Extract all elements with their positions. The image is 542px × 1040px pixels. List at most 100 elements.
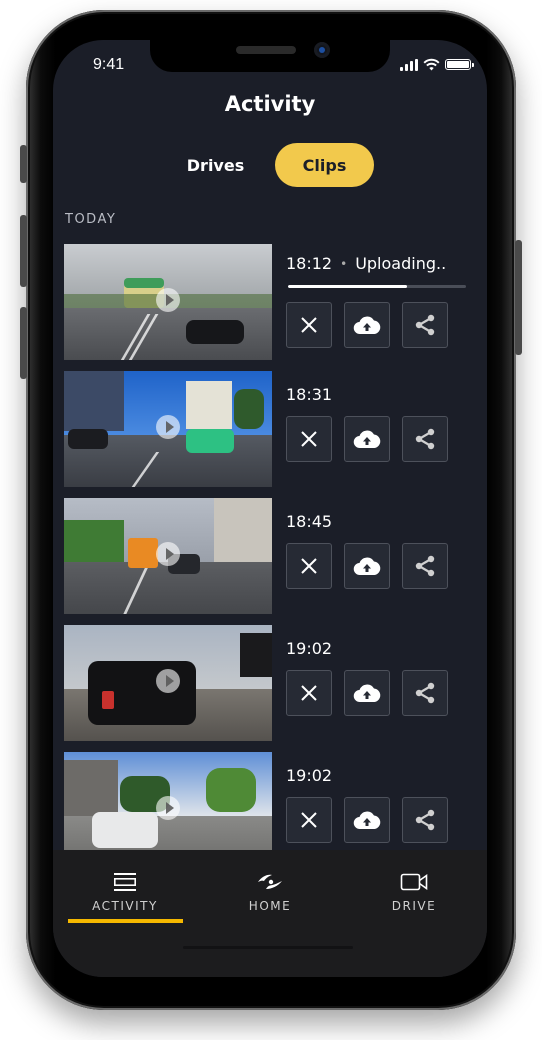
nav-label: DRIVE <box>391 899 437 913</box>
speaker <box>236 46 296 54</box>
clip-meta: 18:31 <box>286 385 332 404</box>
share-icon <box>415 555 435 577</box>
segmented-tabs: Drives Clips <box>53 143 487 187</box>
cloud-upload-icon <box>353 430 381 449</box>
share-icon <box>415 314 435 336</box>
clip-time: 18:45 <box>286 512 333 531</box>
delete-button[interactable] <box>286 670 332 716</box>
play-icon[interactable] <box>156 288 180 312</box>
activity-icon <box>113 873 136 891</box>
notch <box>150 40 390 72</box>
delete-button[interactable] <box>286 543 332 589</box>
cellular-signal-icon <box>400 58 418 71</box>
upload-progress-bar <box>288 285 466 288</box>
clip-time: 18:12 <box>286 254 333 273</box>
thumbnail-car <box>186 320 244 344</box>
delete-button[interactable] <box>286 797 332 843</box>
upload-progress-fill <box>288 285 408 288</box>
clip-time: 19:02 <box>286 766 333 785</box>
thumbnail-taxi <box>92 812 158 848</box>
thumbnail-building <box>240 633 272 677</box>
play-icon[interactable] <box>156 542 180 566</box>
volume-up-button <box>20 215 27 287</box>
clip-item: 18:31 <box>64 371 476 498</box>
close-icon <box>301 685 317 701</box>
clips-list: 18:12 • Uploading.. 18:31 18:45 19:02 19… <box>64 244 476 879</box>
battery-icon <box>445 59 474 70</box>
clip-meta: 18:12 • Uploading.. <box>286 254 446 273</box>
share-button[interactable] <box>402 416 448 462</box>
mute-switch <box>20 145 27 183</box>
upload-button[interactable] <box>344 797 390 843</box>
clip-item: 18:12 • Uploading.. <box>64 244 476 371</box>
clip-actions <box>286 543 448 589</box>
nav-item-home[interactable]: HOME <box>210 872 330 913</box>
share-icon <box>415 809 435 831</box>
status-time: 9:41 <box>93 56 125 73</box>
wifi-icon <box>423 58 440 71</box>
bottom-nav: ACTIVITY HOME DRIVE <box>53 850 487 977</box>
home-logo-icon <box>258 874 282 889</box>
cloud-upload-icon <box>353 557 381 576</box>
cloud-upload-icon <box>353 316 381 335</box>
nav-item-activity[interactable]: ACTIVITY <box>65 872 185 913</box>
share-icon <box>415 428 435 450</box>
delete-button[interactable] <box>286 416 332 462</box>
home-indicator[interactable] <box>183 946 353 949</box>
clip-thumbnail[interactable] <box>64 371 272 487</box>
video-camera-icon <box>400 873 428 891</box>
power-button <box>515 240 522 355</box>
upload-button[interactable] <box>344 543 390 589</box>
clip-time: 18:31 <box>286 385 333 404</box>
clip-thumbnail[interactable] <box>64 498 272 614</box>
clip-actions <box>286 670 448 716</box>
close-icon <box>301 558 317 574</box>
clip-time: 19:02 <box>286 639 333 658</box>
section-label-today: TODAY <box>65 212 117 227</box>
play-icon[interactable] <box>156 796 180 820</box>
clip-thumbnail[interactable] <box>64 625 272 741</box>
play-icon[interactable] <box>156 415 180 439</box>
thumbnail-car <box>186 429 234 453</box>
upload-button[interactable] <box>344 670 390 716</box>
clip-actions <box>286 797 448 843</box>
nav-label: HOME <box>248 899 292 913</box>
page-title: Activity <box>224 92 316 116</box>
cloud-upload-icon <box>353 684 381 703</box>
tab-drives[interactable]: Drives <box>166 143 265 187</box>
clip-actions <box>286 416 448 462</box>
active-tab-indicator <box>68 919 183 923</box>
upload-button[interactable] <box>344 302 390 348</box>
clip-meta: 19:02 <box>286 639 332 658</box>
play-icon[interactable] <box>156 669 180 693</box>
clip-actions <box>286 302 448 348</box>
clip-item: 19:02 <box>64 625 476 752</box>
tab-clips[interactable]: Clips <box>275 143 374 187</box>
nav-label: ACTIVITY <box>92 899 158 913</box>
separator-dot: • <box>340 256 348 271</box>
thumbnail-building <box>214 498 272 563</box>
share-icon <box>415 682 435 704</box>
app-screen: 9:41 Activity Drives Clips TODAY 18:12 •… <box>53 40 487 977</box>
share-button[interactable] <box>402 797 448 843</box>
close-icon <box>301 812 317 828</box>
delete-button[interactable] <box>286 302 332 348</box>
upload-button[interactable] <box>344 416 390 462</box>
clip-meta: 19:02 <box>286 766 332 785</box>
clip-meta: 18:45 <box>286 512 332 531</box>
close-icon <box>301 431 317 447</box>
close-icon <box>301 317 317 333</box>
share-button[interactable] <box>402 302 448 348</box>
clip-item: 18:45 <box>64 498 476 625</box>
front-camera <box>314 42 330 58</box>
volume-down-button <box>20 307 27 379</box>
thumbnail-building <box>64 371 124 431</box>
clip-status: Uploading.. <box>355 254 447 273</box>
nav-item-drive[interactable]: DRIVE <box>354 872 474 913</box>
thumbnail-building <box>64 760 118 816</box>
share-button[interactable] <box>402 543 448 589</box>
status-icons <box>400 58 474 71</box>
share-button[interactable] <box>402 670 448 716</box>
cloud-upload-icon <box>353 811 381 830</box>
clip-thumbnail[interactable] <box>64 244 272 360</box>
